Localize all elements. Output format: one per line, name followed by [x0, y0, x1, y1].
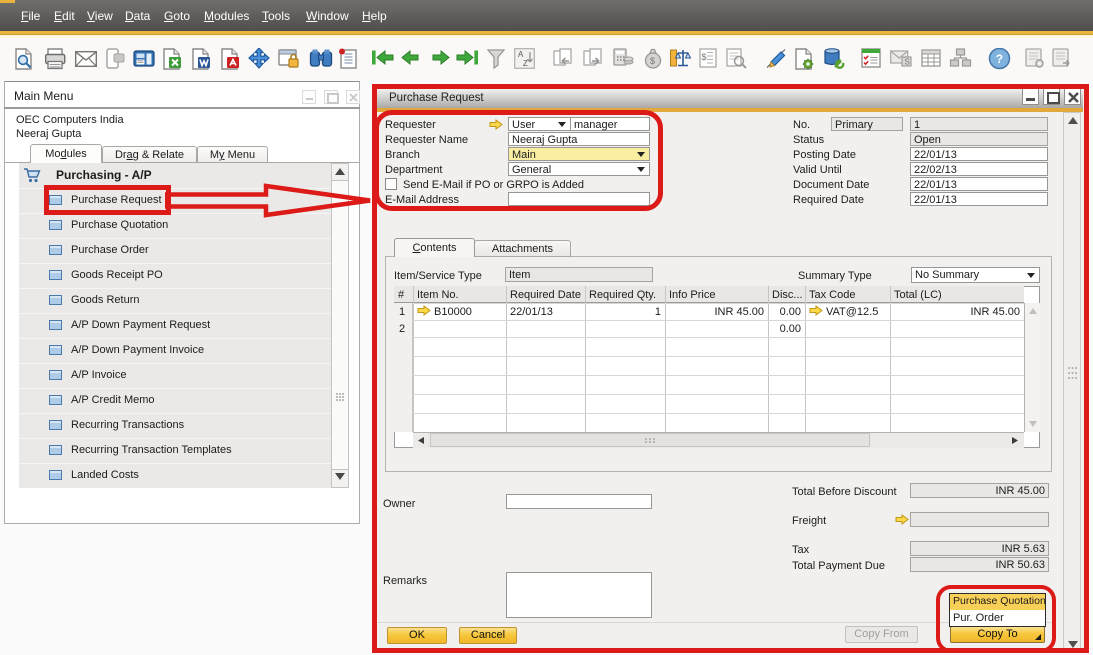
- svg-text:$: $: [650, 56, 655, 66]
- svg-text:?: ?: [996, 52, 1003, 66]
- svg-text:A: A: [518, 50, 524, 59]
- svg-text:S: S: [905, 58, 910, 67]
- svg-text:Z: Z: [523, 59, 528, 68]
- svg-text:$: $: [702, 52, 707, 62]
